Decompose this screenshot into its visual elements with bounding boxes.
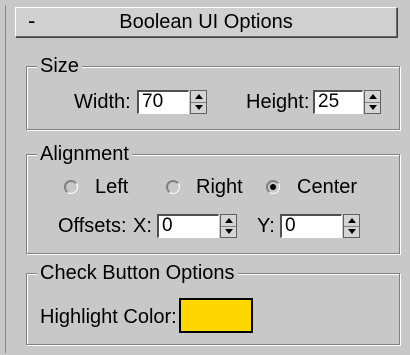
radio-left[interactable]	[64, 180, 78, 194]
offset-y-input[interactable]: 0	[280, 214, 342, 238]
rollout-title: Boolean UI Options	[119, 11, 293, 33]
width-label: Width:	[74, 91, 131, 113]
height-spinner[interactable]	[364, 90, 381, 114]
width-spinner[interactable]	[190, 90, 207, 114]
offset-y-spinner[interactable]	[343, 214, 360, 238]
offsets-label: Offsets:	[58, 215, 127, 237]
spin-down-icon[interactable]	[191, 102, 206, 113]
radio-right[interactable]	[166, 180, 180, 194]
offset-x-label: X:	[133, 215, 152, 237]
radio-left-label[interactable]: Left	[95, 175, 128, 199]
offset-x-input[interactable]: 0	[157, 214, 219, 238]
radio-right-label[interactable]: Right	[196, 175, 243, 199]
highlight-color-label: Highlight Color:	[40, 306, 177, 328]
height-label: Height:	[246, 91, 310, 113]
radio-center[interactable]	[266, 180, 280, 194]
check-button-options-title: Check Button Options	[37, 261, 238, 285]
size-group-title: Size	[37, 54, 82, 78]
spin-down-icon[interactable]	[365, 102, 380, 113]
radio-center-label[interactable]: Center	[297, 175, 357, 199]
highlight-color-swatch[interactable]	[179, 298, 253, 333]
offset-y-label: Y:	[257, 215, 275, 237]
offset-x-spinner[interactable]	[220, 214, 237, 238]
width-input[interactable]: 70	[137, 90, 189, 114]
rollout-header[interactable]: - Boolean UI Options	[15, 7, 397, 37]
alignment-group: Alignment	[26, 142, 400, 254]
spin-down-icon[interactable]	[221, 226, 236, 237]
spin-down-icon[interactable]	[344, 226, 359, 237]
alignment-group-title: Alignment	[37, 142, 132, 166]
height-input[interactable]: 25	[313, 90, 363, 114]
